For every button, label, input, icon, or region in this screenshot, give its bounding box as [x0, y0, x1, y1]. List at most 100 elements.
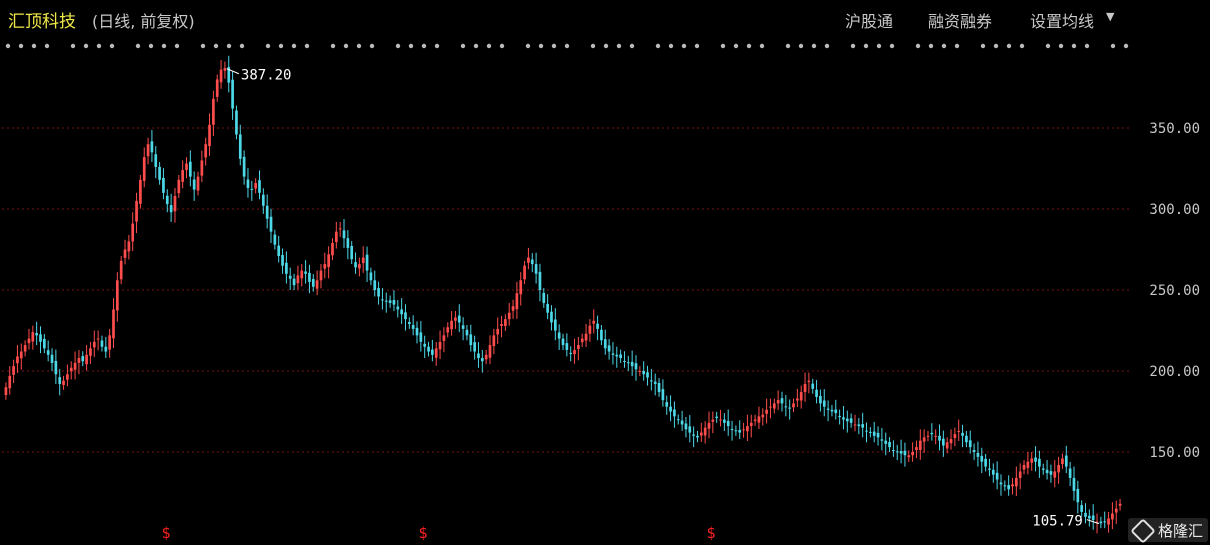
candle-body	[534, 264, 538, 274]
info-marker-dot	[161, 43, 167, 49]
candle-body	[934, 435, 938, 437]
candle-body	[838, 416, 841, 418]
info-marker-dot	[603, 43, 609, 49]
candle-body	[427, 346, 430, 352]
candle-body	[584, 333, 588, 341]
info-marker-dot	[70, 43, 76, 49]
low-price-label: 105.79	[1032, 514, 1083, 530]
info-marker-dot	[5, 43, 11, 49]
candle-body	[365, 254, 369, 271]
candle-body	[288, 275, 292, 279]
event-marker: $	[706, 524, 715, 542]
candle-body	[945, 442, 949, 449]
candle-body	[550, 311, 553, 323]
candle-body	[165, 195, 169, 205]
info-marker-dot	[1058, 43, 1064, 49]
candle-body	[888, 441, 891, 448]
candle-body	[361, 257, 365, 264]
info-marker-dot	[486, 43, 492, 49]
info-marker-dot	[720, 43, 726, 49]
info-marker-dot	[733, 43, 739, 49]
candle-body	[803, 383, 807, 393]
candle-body	[388, 300, 392, 303]
candle-body	[1049, 471, 1053, 475]
candle-body	[780, 398, 784, 404]
candle-body	[1022, 464, 1026, 470]
candle-body	[12, 366, 15, 375]
candle-body	[54, 360, 58, 375]
info-marker-dot	[876, 43, 882, 49]
candle-body	[665, 402, 669, 407]
candle-body	[273, 234, 277, 245]
candle-body	[922, 437, 926, 442]
candle-body	[35, 333, 39, 336]
candle-body	[734, 430, 738, 432]
candle-body	[39, 334, 42, 342]
candle-body	[177, 179, 181, 194]
candle-body	[100, 340, 104, 347]
info-marker-dot	[148, 43, 154, 49]
candle-body	[500, 324, 503, 326]
candle-body	[626, 362, 630, 364]
candle-body	[208, 124, 211, 147]
candle-body	[1099, 521, 1103, 524]
candle-body	[915, 447, 918, 451]
candle-body	[869, 431, 872, 433]
candle-body	[392, 300, 396, 305]
watermark-text: 格隆汇	[1158, 522, 1204, 540]
candle-body	[765, 409, 768, 414]
candle-body	[331, 243, 334, 256]
candle-body	[730, 428, 734, 430]
candle-body	[769, 406, 772, 408]
candle-body	[634, 363, 638, 370]
candle-body	[492, 335, 496, 347]
candle-body	[31, 332, 35, 342]
candle-body	[223, 68, 227, 71]
candle-body	[865, 430, 868, 432]
candle-body	[212, 98, 215, 125]
candle-body	[261, 194, 265, 206]
candle-body	[73, 362, 77, 370]
candle-body	[411, 324, 415, 329]
candle-body	[926, 435, 930, 437]
candle-body	[77, 358, 81, 363]
candle-body	[196, 176, 200, 191]
candle-body	[557, 332, 561, 339]
info-marker-dot	[889, 43, 895, 49]
candle-body	[538, 271, 542, 290]
candle-body	[246, 179, 250, 188]
candle-body	[726, 420, 730, 427]
info-marker-dot	[564, 43, 570, 49]
candle-body	[480, 358, 484, 362]
info-marker-dot	[369, 43, 375, 49]
y-tick-label: 350.00	[1149, 121, 1200, 137]
candle-body	[961, 432, 964, 436]
candle-body	[469, 334, 473, 346]
candle-body	[1114, 508, 1118, 513]
candle-body	[703, 427, 707, 436]
candle-body	[112, 309, 115, 339]
candle-body	[454, 317, 457, 321]
candle-body	[657, 382, 661, 393]
candle-body	[1087, 515, 1091, 519]
candle-body	[89, 348, 92, 356]
candle-body	[515, 293, 519, 310]
info-marker-dot	[538, 43, 544, 49]
candle-body	[530, 259, 534, 265]
candle-body	[338, 228, 342, 230]
candle-body	[169, 205, 173, 213]
candle-body	[358, 264, 361, 269]
candle-body	[788, 407, 792, 409]
info-marker-dot	[18, 43, 24, 49]
candle-body	[419, 332, 423, 342]
candle-body	[23, 345, 27, 352]
candle-body	[181, 170, 184, 182]
candle-body	[1068, 468, 1072, 478]
candle-body	[995, 472, 999, 480]
info-marker-dot	[785, 43, 791, 49]
candle-body	[784, 406, 788, 408]
candle-body	[796, 398, 799, 401]
candle-body	[746, 426, 749, 432]
candle-body	[600, 329, 603, 341]
candle-body	[942, 438, 945, 446]
